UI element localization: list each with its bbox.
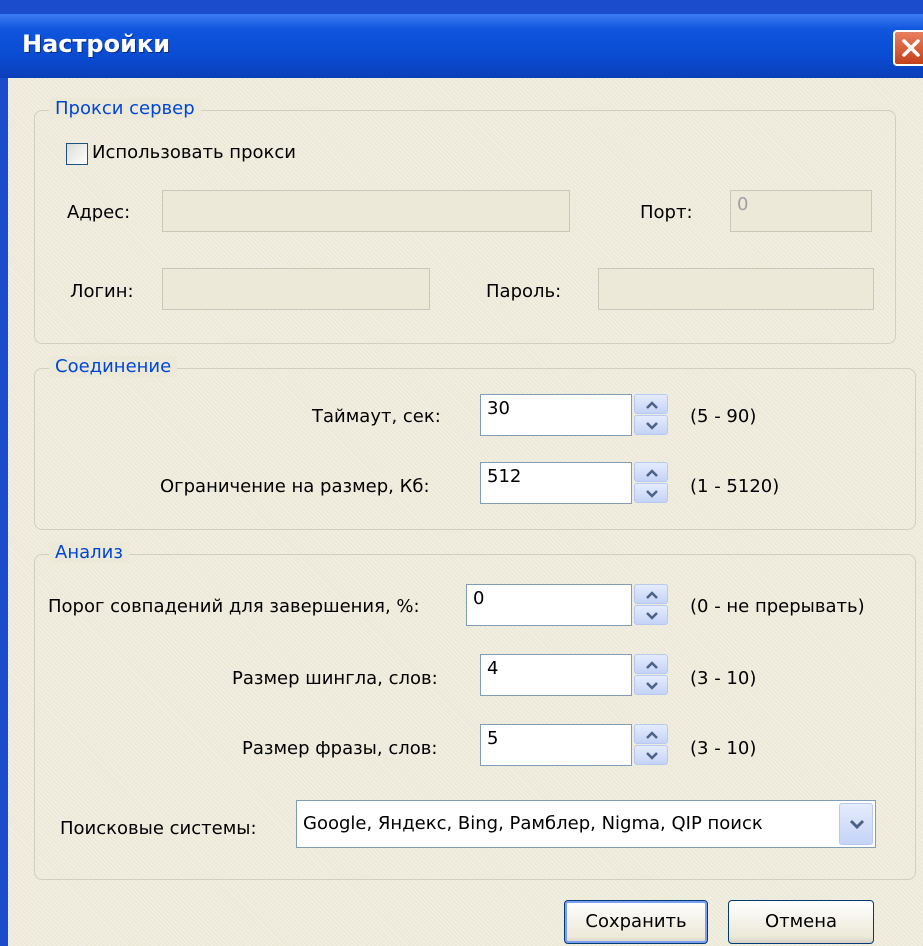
shingle-size-input[interactable]: 4 [480,654,632,696]
search-engines-value: Google, Яндекс, Bing, Рамблер, Nigma, QI… [303,813,763,834]
size-limit-label: Ограничение на размер, Кб: [160,476,430,497]
search-engines-select[interactable]: Google, Яндекс, Bing, Рамблер, Nigma, QI… [296,800,876,848]
password-field[interactable] [598,268,874,310]
shingle-size-range-hint: (3 - 10) [690,668,757,689]
timeout-increment-button[interactable] [634,394,668,414]
size-limit-input[interactable]: 512 [480,462,632,504]
shingle-size-label: Размер шингла, слов: [232,668,438,689]
search-engines-dropdown-button[interactable] [839,803,873,845]
chevron-down-icon [849,819,865,830]
password-label: Пароль: [486,281,562,302]
chevron-down-icon [646,682,658,690]
size-limit-spinner[interactable] [634,462,668,504]
address-label: Адрес: [67,202,131,223]
close-button[interactable] [893,30,923,66]
port-label: Порт: [640,202,693,223]
timeout-input[interactable]: 30 [480,394,632,436]
chevron-up-icon [646,591,658,599]
login-field[interactable] [162,268,430,310]
timeout-decrement-button[interactable] [634,415,668,435]
size-limit-range-hint: (1 - 5120) [690,476,780,497]
chevron-down-icon [646,490,658,498]
chevron-down-icon [646,422,658,430]
connection-group-title: Соединение [49,356,178,377]
cancel-button[interactable]: Отмена [728,900,874,944]
save-button[interactable]: Сохранить [564,900,708,944]
window-title: Настройки [22,30,171,58]
settings-window: Настройки Прокси сервер Использовать про… [0,0,923,946]
login-label: Логин: [70,281,134,302]
phrase-size-increment-button[interactable] [634,724,668,744]
phrase-size-decrement-button[interactable] [634,745,668,765]
timeout-spinner[interactable] [634,394,668,436]
size-limit-increment-button[interactable] [634,462,668,482]
shingle-size-decrement-button[interactable] [634,675,668,695]
use-proxy-label[interactable]: Использовать прокси [92,142,296,163]
phrase-size-input[interactable]: 5 [480,724,632,766]
proxy-group-title: Прокси сервер [49,98,201,119]
chevron-down-icon [646,752,658,760]
connection-group: Соединение [34,356,916,530]
chevron-down-icon [646,612,658,620]
size-limit-decrement-button[interactable] [634,483,668,503]
analysis-group-title: Анализ [49,542,129,563]
threshold-input[interactable]: 0 [466,584,632,626]
shingle-size-increment-button[interactable] [634,654,668,674]
address-field[interactable] [162,190,570,232]
threshold-range-hint: (0 - не прерывать) [690,596,865,617]
port-field[interactable]: 0 [730,190,872,232]
dialog-body: Прокси сервер Использовать прокси Адрес:… [8,78,923,946]
chevron-up-icon [646,661,658,669]
use-proxy-checkbox[interactable] [66,143,88,165]
chevron-up-icon [646,731,658,739]
shingle-size-spinner[interactable] [634,654,668,696]
timeout-label: Таймаут, сек: [312,406,441,427]
title-bar[interactable]: Настройки [0,14,923,78]
phrase-size-spinner[interactable] [634,724,668,766]
timeout-range-hint: (5 - 90) [690,406,757,427]
search-engines-label: Поисковые системы: [60,818,257,839]
phrase-size-label: Размер фразы, слов: [242,738,438,759]
threshold-label: Порог совпадений для завершения, %: [48,596,420,617]
threshold-decrement-button[interactable] [634,605,668,625]
threshold-spinner[interactable] [634,584,668,626]
chevron-up-icon [646,401,658,409]
chevron-up-icon [646,469,658,477]
phrase-size-range-hint: (3 - 10) [690,738,757,759]
close-icon [902,39,920,57]
threshold-increment-button[interactable] [634,584,668,604]
